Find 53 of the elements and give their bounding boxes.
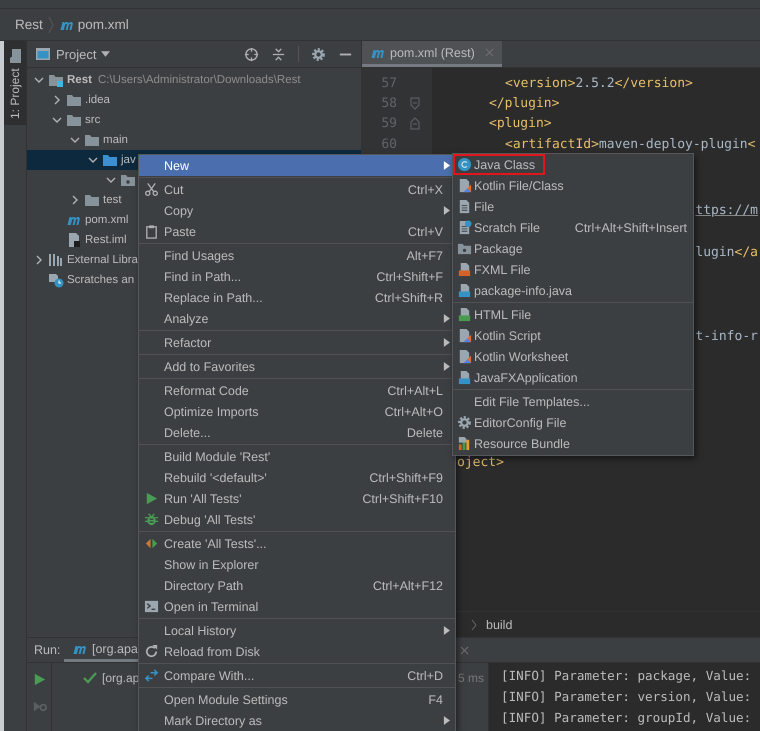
menu-label: Kotlin File/Class [474,178,564,192]
shortcut-text: Ctrl+Shift+F10 [362,492,443,506]
menu-label: HTML File [474,308,532,322]
menu-label: EditorConfig File [474,416,566,430]
duration-text: 5 ms [458,671,485,685]
tree-label: External Libra [67,254,138,266]
shortcut-text: Ctrl+V [408,224,443,238]
tree-label: Scratches an [67,274,134,286]
console-line: [INFO] Parameter: version, Value: [501,689,752,706]
menu-label: JavaFXApplication [474,370,578,384]
code-line: <version>2.5.2</version> [504,76,693,91]
console-line: [INFO] Parameter: groupId, Value: [501,710,752,727]
menu-label: Edit File Templates... [474,394,590,408]
project-path: C:\Users\Administrator\Downloads\Rest [98,74,301,86]
menu-label: Kotlin Worksheet [474,350,568,364]
code-line: lugin</a [695,244,758,262]
shortcut-text: Ctrl+Shift+R [374,290,443,304]
code-line: <plugin> [488,116,552,132]
shortcut-text: Ctrl+Alt+O [384,404,443,418]
shortcut-text: Ctrl+Alt+F12 [372,578,443,592]
menu-label: Java Class [474,158,536,172]
menu-label: Kotlin Script [474,328,541,342]
shortcut-text: Ctrl+Shift+F [376,270,443,284]
code-line: </plugin> [488,96,560,111]
shortcut-text: Ctrl+Alt+Shift+Insert [574,220,688,234]
shortcut-text: Ctrl+D [407,668,443,682]
shortcut-text: Delete [406,426,443,440]
test-label: [org.ap [102,671,140,685]
tree-label: jav [121,154,136,166]
code-line: t-info-r [695,328,758,346]
menu-label: Package [474,242,523,256]
menu-label: File [474,200,494,214]
tree-label: src [85,114,100,126]
shortcut-text: Ctrl+Shift+F9 [369,470,443,484]
panel-title: Run: [33,643,62,657]
code-line: <artifactId>maven-deploy-plugin< [504,136,756,152]
shortcut-text: Ctrl+Alt+L [387,384,443,398]
menu-label: Resource Bundle [474,436,570,450]
shortcut-text: Ctrl+X [408,182,443,196]
shortcut-text: Alt+F7 [406,248,443,262]
menu-label: Scratch File [474,220,540,234]
console-line: [INFO] Parameter: package, Value: [501,668,752,685]
shortcut-text: F4 [428,692,443,706]
menu-label: package-info.java [474,284,572,298]
tree-label: pom.xml [85,214,128,226]
code-line: oject> [457,454,504,472]
tree-label: .idea [85,94,110,106]
tree-label: main [103,134,128,146]
code-line: ttps://m [695,202,758,220]
tree-label: Rest.iml [85,234,127,246]
menu-label: FXML File [474,262,530,276]
tree-label: test [103,194,122,206]
tree-label: Rest [67,74,92,86]
